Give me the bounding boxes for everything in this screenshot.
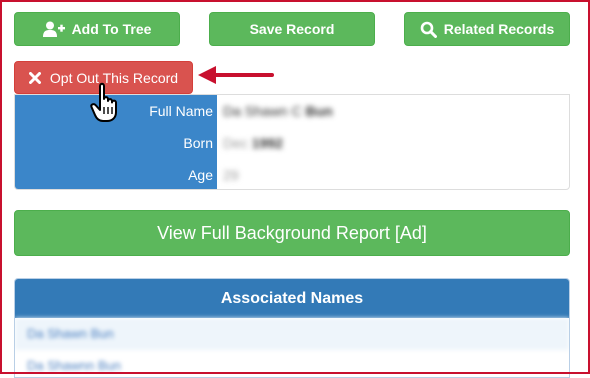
- born-value: Dec 1992: [223, 135, 283, 151]
- born-month: Dec: [223, 135, 252, 151]
- age-row: Age 29: [15, 159, 569, 189]
- born-row: Born Dec 1992: [15, 127, 569, 159]
- close-icon: [28, 71, 41, 84]
- born-year: 1992: [251, 135, 283, 151]
- view-full-report-label: View Full Background Report [Ad]: [157, 222, 427, 243]
- arrow-left-icon: [198, 66, 274, 84]
- hand-pointer-icon: [90, 82, 117, 122]
- associated-names-title: Associated Names: [15, 279, 569, 318]
- age-label: Age: [188, 167, 213, 183]
- user-plus-icon: [42, 21, 65, 37]
- full-name-first: Da Shawn C: [223, 103, 306, 119]
- list-item[interactable]: Da Shawn Bun: [15, 318, 569, 350]
- save-record-button[interactable]: Save Record: [209, 12, 375, 46]
- view-full-report-button[interactable]: View Full Background Report [Ad]: [14, 210, 570, 256]
- full-name-last: Bun: [305, 103, 333, 119]
- add-to-tree-button[interactable]: Add To Tree: [14, 12, 180, 46]
- save-record-label: Save Record: [249, 21, 335, 37]
- search-icon: [420, 21, 437, 38]
- full-name-value: Da Shawn C Bun: [223, 103, 333, 119]
- related-records-label: Related Records: [443, 21, 555, 37]
- add-to-tree-label: Add To Tree: [71, 21, 152, 37]
- associated-names-panel: Associated Names Da Shawn Bun Da Shawnn …: [14, 278, 570, 378]
- age-number: 29: [223, 167, 239, 183]
- born-label: Born: [183, 135, 213, 151]
- related-records-button[interactable]: Related Records: [404, 12, 570, 46]
- age-value: 29: [223, 167, 239, 183]
